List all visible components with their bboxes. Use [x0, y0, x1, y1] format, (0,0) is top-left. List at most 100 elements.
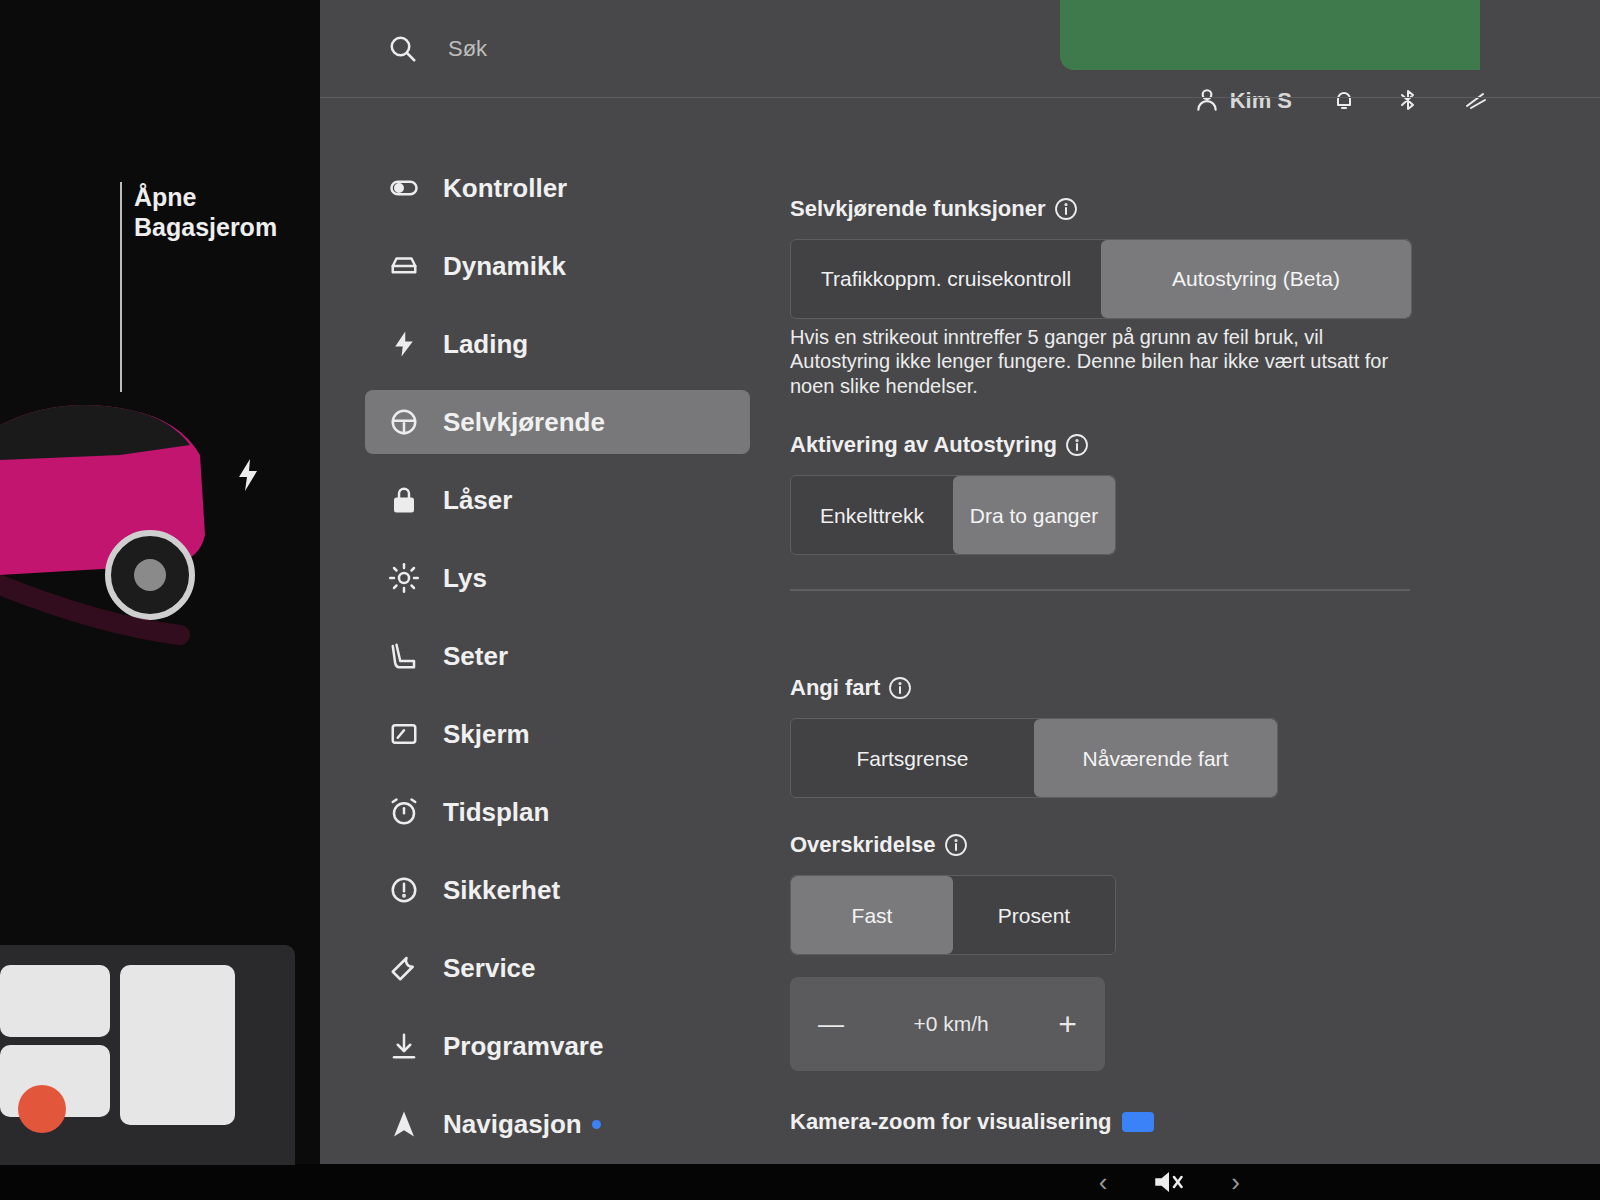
sidebar-item[interactable]: Skjerm: [365, 702, 750, 766]
segment-option[interactable]: Autostyring (Beta): [1101, 240, 1411, 318]
charging-bolt-icon: [234, 458, 262, 492]
settings-content: Kim SSelvkjørende funksjonerTrafikkoppm.…: [750, 98, 1600, 1164]
section-header: Kamera-zoom for visualisering: [790, 1105, 1490, 1138]
sidebar-label: Lys: [443, 562, 487, 595]
bottom-bar: ‹›: [0, 1164, 1600, 1200]
segment-option[interactable]: Fartsgrense: [791, 719, 1034, 797]
sidebar-item[interactable]: Låser: [365, 468, 750, 532]
profile-name: Kim S: [1230, 84, 1292, 117]
setting-section: Angi fart FartsgrenseNåværende fart: [790, 671, 1490, 798]
sidebar-label: Service: [443, 952, 536, 985]
map-preview[interactable]: [1060, 0, 1480, 70]
signal-icon: [1460, 88, 1490, 112]
bluetooth-icon: [1396, 88, 1420, 112]
settings-panel: Kontroller Dynamikk Lading Selvkjørende Låse…: [320, 0, 1600, 1164]
trunk-label: Bagasjerom: [134, 212, 277, 242]
steering-wheel-icon: [389, 407, 419, 437]
sidebar-item[interactable]: Service: [365, 936, 750, 1000]
info-icon: [888, 676, 912, 700]
sidebar-label: Skjerm: [443, 718, 530, 751]
section-title: Kamera-zoom for visualisering: [790, 1105, 1112, 1138]
sidebar-item[interactable]: Sikkerhet: [365, 858, 750, 922]
previous-button[interactable]: ‹: [1099, 1169, 1108, 1195]
next-button[interactable]: ›: [1231, 1169, 1240, 1195]
sidebar-label: Programvare: [443, 1030, 603, 1063]
info-icon: [1054, 197, 1078, 221]
sidebar-item[interactable]: Lys: [365, 546, 750, 610]
sun-icon: [389, 563, 419, 593]
segment-option[interactable]: Prosent: [953, 876, 1115, 954]
open-trunk-button[interactable]: ÅpneBagasjerom: [120, 182, 277, 392]
sidebar-label: Sikkerhet: [443, 874, 560, 907]
main-area: ÅpneBagasjerom Kontroller Dynamikk Lading Se…: [0, 0, 1600, 1164]
alert-icon: [389, 875, 419, 905]
bolt-icon: [389, 329, 419, 359]
sidebar-label: Kontroller: [443, 172, 567, 205]
new-badge: [1122, 1112, 1154, 1132]
segment-option[interactable]: Nåværende fart: [1034, 719, 1277, 797]
sidebar-label: Tidsplan: [443, 796, 549, 829]
profile-button[interactable]: Kim S: [1194, 84, 1292, 117]
search-bar: [320, 0, 1600, 98]
sidebar-label: Navigasjon: [443, 1108, 582, 1141]
sidebar-item[interactable]: Programvare: [365, 1014, 750, 1078]
notification-dot: [592, 1120, 601, 1129]
decrease-button[interactable]: —: [810, 1005, 852, 1044]
volume-muted-icon[interactable]: [1147, 1167, 1191, 1197]
segment-option[interactable]: Trafikkoppm. cruisekontroll: [791, 240, 1101, 318]
toggle-icon: [389, 173, 419, 203]
trunk-label: Åpne: [134, 182, 277, 212]
car-icon: [0, 385, 215, 655]
section-title: Overskridelse: [790, 828, 936, 861]
speed-offset-stepper: — +0 km/h +: [790, 977, 1105, 1071]
sidebar-label: Selvkjørende: [443, 406, 605, 439]
search-input[interactable]: [448, 32, 748, 65]
screen: ÅpneBagasjerom Kontroller Dynamikk Lading Se…: [0, 0, 1600, 1200]
sidebar-label: Lading: [443, 328, 528, 361]
lock-icon: [389, 485, 419, 515]
section-header: Angi fart: [790, 671, 1490, 704]
download-icon: [389, 1031, 419, 1061]
sidebar-item[interactable]: Tidsplan: [365, 780, 750, 844]
segmented-control: FartsgrenseNåværende fart: [790, 718, 1278, 798]
segment-option[interactable]: Fast: [791, 876, 953, 954]
segment-option[interactable]: Dra to ganger: [953, 476, 1115, 554]
sidebar-item[interactable]: Dynamikk: [365, 234, 750, 298]
rear-seat-icon[interactable]: [120, 965, 235, 1125]
sidebar-item[interactable]: Kontroller: [365, 156, 750, 220]
seat-icon: [389, 641, 419, 671]
speed-offset-value: +0 km/h: [914, 1008, 989, 1040]
settings-body: Kontroller Dynamikk Lading Selvkjørende Låse…: [320, 98, 1600, 1164]
settings-menu: Kontroller Dynamikk Lading Selvkjørende Låse…: [320, 98, 750, 1164]
setting-section: Selvkjørende funksjoner Trafikkoppm. crui…: [790, 192, 1490, 398]
sidebar-item[interactable]: Navigasjon: [365, 1092, 750, 1156]
car-panel: ÅpneBagasjerom: [0, 0, 320, 1164]
car-icon: [389, 251, 419, 281]
sidebar-item[interactable]: Selvkjørende: [365, 390, 750, 454]
section-header: Overskridelse: [790, 828, 1490, 861]
seatbelt-warning-icon: [18, 1085, 66, 1133]
section-title: Selvkjørende funksjoner: [790, 192, 1046, 225]
sidebar-label: Dynamikk: [443, 250, 566, 283]
screen-icon: [389, 719, 419, 749]
wrench-icon: [389, 953, 419, 983]
section-header: Selvkjørende funksjoner: [790, 192, 1490, 225]
segmented-control: FastProsent: [790, 875, 1116, 955]
info-icon: [1065, 433, 1089, 457]
alarm-clock-icon: [389, 797, 419, 827]
divider: [790, 589, 1410, 591]
increase-button[interactable]: +: [1050, 1000, 1085, 1048]
segmented-control: Trafikkoppm. cruisekontrollAutostyring (…: [790, 239, 1412, 319]
setting-section: Kamera-zoom for visualisering: [790, 1105, 1490, 1152]
setting-section: Aktivering av Autostyring EnkelttrekkDra …: [790, 428, 1490, 555]
seat-icon[interactable]: [0, 965, 110, 1037]
navigation-arrow-icon: [389, 1109, 419, 1139]
sidebar-item[interactable]: Lading: [365, 312, 750, 376]
section-header: Aktivering av Autostyring: [790, 428, 1490, 461]
sidebar-label: Seter: [443, 640, 508, 673]
segment-option[interactable]: Enkelttrekk: [791, 476, 953, 554]
section-title: Angi fart: [790, 671, 880, 704]
search-icon: [388, 34, 418, 64]
status-row: Kim S: [790, 90, 1490, 110]
sidebar-item[interactable]: Seter: [365, 624, 750, 688]
